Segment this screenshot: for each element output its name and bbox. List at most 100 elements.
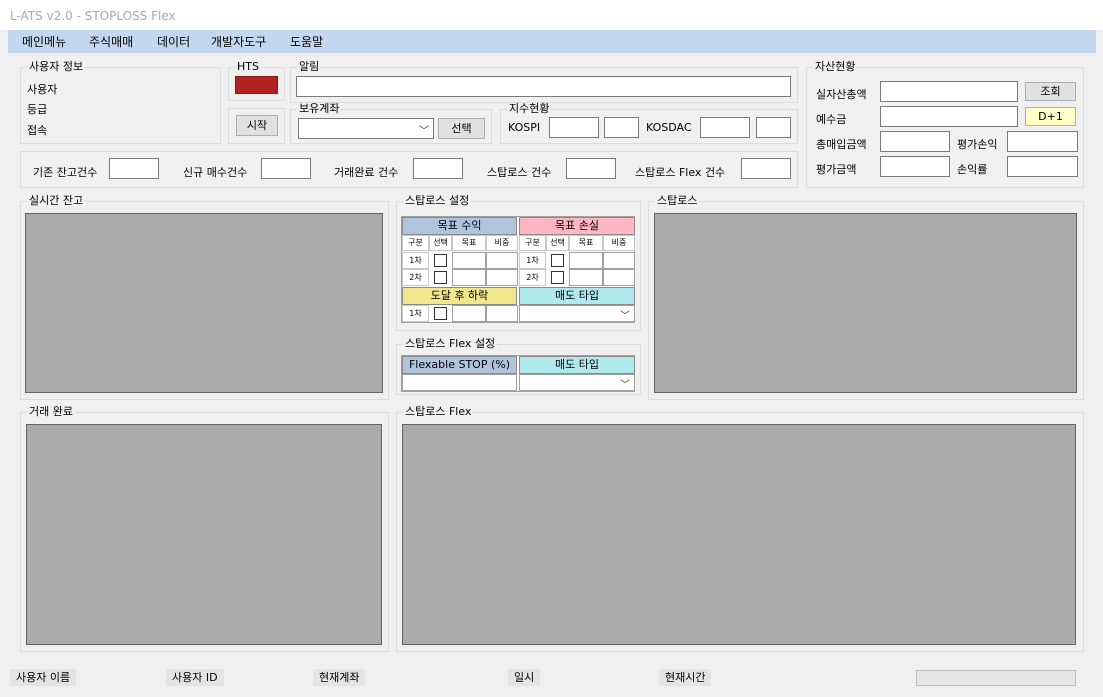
profit-row2-label: 2차: [402, 269, 429, 286]
completed-count-label: 거래완료 건수: [334, 166, 399, 179]
loss-row1-label: 1차: [519, 252, 546, 269]
deposit-label: 예수금: [816, 113, 847, 126]
loss-row2-checkbox[interactable]: [551, 271, 564, 284]
menu-data[interactable]: 데이터: [157, 33, 190, 50]
notice-title: 알림: [299, 60, 320, 73]
profit-row2-ratio[interactable]: [486, 269, 518, 286]
new-buy-count-label: 신규 매수건수: [183, 166, 248, 179]
completed-title: 거래 완료: [29, 405, 73, 418]
stoploss-setting-title: 스탑로스 설정: [405, 194, 470, 207]
eval-pl-label: 평가손익: [957, 138, 998, 151]
stoploss-title: 스탑로스: [657, 194, 698, 207]
account-select[interactable]: ﹀: [298, 118, 434, 139]
d1-button[interactable]: D+1: [1025, 107, 1076, 126]
kosdac-value-field: [700, 117, 750, 138]
hts-title: HTS: [237, 60, 259, 73]
account-select-button[interactable]: 선택: [438, 118, 485, 139]
existing-count-field: [109, 158, 159, 179]
reach-row1-label: 1차: [402, 305, 429, 322]
eval-amount-field: [880, 156, 950, 177]
account-title: 보유계좌: [299, 102, 340, 115]
flex-count-field: [741, 158, 791, 179]
chevron-down-icon: ﹀: [620, 311, 630, 322]
real-total-field: [880, 81, 1018, 102]
pl-rate-label: 손익률: [957, 163, 988, 176]
status-user-name: 사용자 이름: [10, 669, 77, 686]
loss-row1-target[interactable]: [569, 252, 603, 269]
target-loss-header: 목표 손실: [519, 217, 635, 235]
stoploss-count-label: 스탑로스 건수: [487, 166, 552, 179]
start-button[interactable]: 시작: [236, 115, 278, 136]
profit-row2-checkbox[interactable]: [434, 271, 447, 284]
status-current-time: 현재시간: [659, 669, 712, 686]
completed-grid[interactable]: [26, 424, 382, 645]
realtime-title: 실시간 잔고: [29, 194, 84, 207]
total-buy-field: [880, 131, 950, 152]
hts-status-indicator: [235, 76, 278, 94]
profit-row2-target[interactable]: [452, 269, 486, 286]
kospi-value-field: [549, 117, 599, 138]
stoploss-count-field: [566, 158, 616, 179]
kospi-label: KOSPI: [508, 121, 541, 134]
completed-count-field: [413, 158, 463, 179]
chevron-down-icon: ﹀: [419, 126, 429, 137]
reach-row1-ratio[interactable]: [486, 305, 518, 322]
status-progress-bar: [916, 670, 1076, 686]
assets-title: 자산현황: [815, 60, 856, 73]
loss-col-target: 목표: [569, 235, 603, 251]
reach-row1-checkbox[interactable]: [434, 307, 447, 320]
flex-sell-type-header: 매도 타입: [519, 356, 635, 374]
loss-row2-target[interactable]: [569, 269, 603, 286]
connect-label: 접속: [27, 124, 48, 137]
reach-row1-target[interactable]: [452, 305, 486, 322]
target-profit-header: 목표 수익: [402, 217, 517, 235]
user-info-group: 사용자 정보: [20, 61, 221, 144]
total-buy-label: 총매입금액: [816, 138, 867, 151]
stoploss-flex-title: 스탑로스 Flex: [405, 405, 472, 418]
kospi-change-field: [604, 117, 639, 138]
profit-col-target: 목표: [452, 235, 486, 251]
stoploss-flex-grid[interactable]: [402, 424, 1076, 645]
pl-rate-field: [1007, 156, 1078, 177]
profit-row1-ratio[interactable]: [486, 252, 518, 269]
profit-col-select: 선택: [429, 235, 452, 251]
existing-count-label: 기존 잔고건수: [33, 166, 98, 179]
menu-dev-tools[interactable]: 개발자도구: [211, 33, 266, 50]
kosdac-label: KOSDAC: [646, 121, 692, 134]
status-user-id: 사용자 ID: [166, 669, 224, 686]
kosdac-change-field: [756, 117, 791, 138]
profit-row1-label: 1차: [402, 252, 429, 269]
window-title: L-ATS v2.0 - STOPLOSS Flex: [10, 9, 176, 23]
profit-col-gubun: 구분: [402, 235, 429, 251]
sell-type-select[interactable]: ﹀: [519, 305, 635, 322]
stoploss-grid[interactable]: [654, 213, 1077, 393]
grade-label: 등급: [27, 103, 48, 116]
user-label: 사용자: [27, 83, 58, 96]
flex-count-label: 스탑로스 Flex 건수: [635, 166, 726, 179]
realtime-grid[interactable]: [25, 213, 383, 393]
loss-row1-checkbox[interactable]: [551, 254, 564, 267]
flexable-stop-header: Flexable STOP (%): [402, 356, 517, 374]
deposit-field: [880, 106, 1018, 127]
notice-field: [296, 76, 791, 97]
index-title: 지수현황: [509, 102, 550, 115]
profit-col-ratio: 비중: [486, 235, 518, 251]
loss-row2-ratio[interactable]: [603, 269, 635, 286]
query-button[interactable]: 조회: [1025, 82, 1076, 101]
flex-sell-type-select[interactable]: ﹀: [519, 374, 635, 391]
profit-row1-target[interactable]: [452, 252, 486, 269]
chevron-down-icon: ﹀: [620, 380, 630, 391]
loss-row1-ratio[interactable]: [603, 252, 635, 269]
status-date: 일시: [508, 669, 541, 686]
status-current-account: 현재계좌: [313, 669, 366, 686]
loss-col-ratio: 비중: [603, 235, 635, 251]
sell-type-header: 매도 타입: [519, 287, 635, 305]
user-info-title: 사용자 정보: [29, 60, 84, 73]
menu-help[interactable]: 도움말: [290, 33, 323, 50]
profit-row1-checkbox[interactable]: [434, 254, 447, 267]
menu-stock-trade[interactable]: 주식매매: [89, 33, 133, 50]
flexable-stop-input[interactable]: [402, 374, 517, 391]
real-total-label: 실자산총액: [816, 88, 867, 101]
menu-main[interactable]: 메인메뉴: [22, 33, 66, 50]
reach-drop-header: 도달 후 하락: [402, 287, 517, 305]
